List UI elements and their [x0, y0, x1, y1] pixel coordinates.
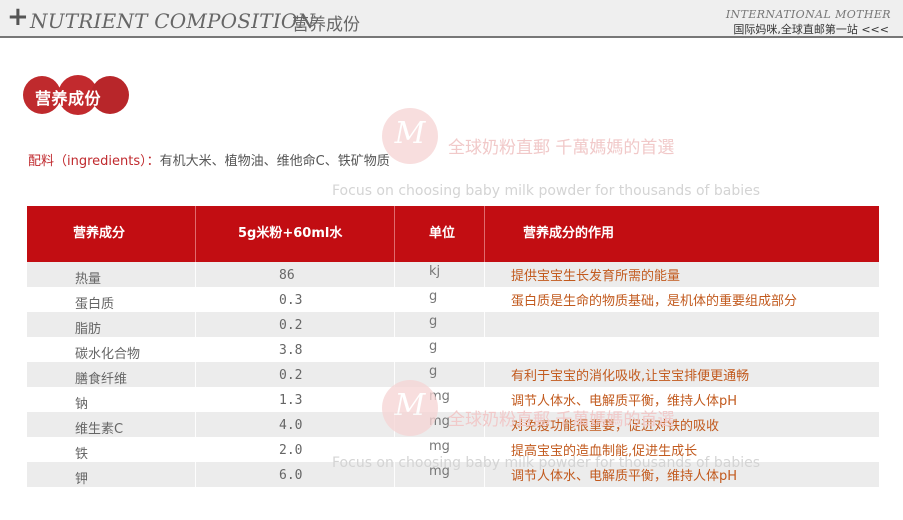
table-row: 蛋白质 0.3 g 蛋白质是生命的物质基础，是机体的重要组成部分 — [27, 287, 879, 312]
table-row: 脂肪 0.2 g — [27, 312, 879, 337]
header-divider — [195, 206, 196, 262]
plus-icon: + — [7, 2, 29, 32]
column-divider — [394, 262, 395, 487]
table-body: 热量 86 kj 提供宝宝生长发育所需的能量 蛋白质 0.3 g 蛋白质是生命的… — [27, 262, 879, 487]
table-row: 钾 6.0 mg 调节人体水、电解质平衡，维持人体pH — [27, 462, 879, 487]
cell-unit: mg — [429, 464, 450, 479]
header-divider — [484, 206, 485, 262]
ingredients-line: 配料（ingredients）：有机大米、植物油、维他命C、铁矿物质 — [28, 150, 390, 169]
section-title-cn: 营养成份 — [292, 15, 360, 35]
table-row: 维生素C 4.0 mg 对免疫功能很重要，促进对铁的吸收 — [27, 412, 879, 437]
section-title-en: NUTRIENT COMPOSITION — [30, 9, 316, 33]
cell-nutrient: 铁 — [75, 447, 89, 462]
cell-effect: 提供宝宝生长发育所需的能量 — [511, 269, 681, 284]
cell-nutrient: 钾 — [75, 472, 89, 487]
header-amount: 5g米粉+60ml水 — [238, 226, 343, 241]
table-row: 铁 2.0 mg 提高宝宝的造血制能,促进生成长 — [27, 437, 879, 462]
header-nutrient: 营养成分 — [73, 226, 126, 241]
cell-nutrient: 碳水化合物 — [75, 347, 141, 362]
cell-unit: g — [429, 314, 438, 329]
brand-name: INTERNATIONAL MOTHER — [725, 8, 891, 21]
header-divider — [394, 206, 395, 262]
watermark-logo-icon: M — [382, 108, 438, 164]
ingredients-label: 配料（ingredients）： — [28, 154, 160, 169]
cell-unit: mg — [429, 414, 450, 429]
cell-amount: 4.0 — [279, 418, 303, 433]
cell-amount: 0.2 — [279, 318, 303, 333]
cell-effect: 有利于宝宝的消化吸收,让宝宝排便更通畅 — [511, 369, 750, 384]
badge-label: 营养成份 — [35, 89, 102, 108]
column-divider — [195, 262, 196, 487]
table-header: 营养成分 5g米粉+60ml水 单位 营养成分的作用 — [27, 206, 879, 262]
cell-amount: 0.2 — [279, 368, 303, 383]
cell-nutrient: 钠 — [75, 397, 89, 412]
cell-amount: 6.0 — [279, 468, 303, 483]
column-divider — [484, 262, 485, 487]
cell-effect: 调节人体水、电解质平衡，维持人体pH — [511, 394, 738, 409]
brand-slogan: 国际妈咪,全球直邮第一站 <<< — [733, 23, 889, 36]
cell-unit: mg — [429, 439, 450, 454]
nutrient-table: 营养成分 5g米粉+60ml水 单位 营养成分的作用 热量 86 kj 提供宝宝… — [27, 206, 879, 487]
cell-amount: 0.3 — [279, 293, 303, 308]
cell-amount: 2.0 — [279, 443, 303, 458]
section-badge: 营养成份 — [23, 75, 129, 115]
cell-unit: kj — [429, 264, 441, 279]
header-unit: 单位 — [429, 226, 456, 241]
cell-unit: mg — [429, 389, 450, 404]
table-row: 钠 1.3 mg 调节人体水、电解质平衡，维持人体pH — [27, 387, 879, 412]
cell-effect: 对免疫功能很重要，促进对铁的吸收 — [511, 419, 720, 434]
cell-unit: g — [429, 289, 438, 304]
ingredients-value: 有机大米、植物油、维他命C、铁矿物质 — [159, 154, 390, 169]
watermark-logo-letter: M — [394, 116, 426, 151]
cell-unit: g — [429, 339, 438, 354]
cell-effect: 蛋白质是生命的物质基础，是机体的重要组成部分 — [511, 294, 798, 309]
watermark-cn-text: 全球奶粉直郵 千萬媽媽的首選 — [448, 138, 675, 158]
cell-nutrient: 热量 — [75, 272, 102, 287]
cell-nutrient: 维生素C — [75, 422, 124, 437]
cell-effect: 调节人体水、电解质平衡，维持人体pH — [511, 469, 738, 484]
cell-nutrient: 脂肪 — [75, 322, 102, 337]
cell-amount: 1.3 — [279, 393, 303, 408]
table-row: 热量 86 kj 提供宝宝生长发育所需的能量 — [27, 262, 879, 287]
cell-nutrient: 蛋白质 — [75, 297, 115, 312]
cell-effect: 提高宝宝的造血制能,促进生成长 — [511, 444, 698, 459]
watermark-en-text: Focus on choosing baby milk powder for t… — [332, 183, 761, 199]
table-row: 碳水化合物 3.8 g — [27, 337, 879, 362]
cell-amount: 86 — [279, 268, 295, 283]
cell-nutrient: 膳食纤维 — [75, 372, 128, 387]
cell-unit: g — [429, 364, 438, 379]
table-row: 膳食纤维 0.2 g 有利于宝宝的消化吸收,让宝宝排便更通畅 — [27, 362, 879, 387]
cell-amount: 3.8 — [279, 343, 303, 358]
header-effect: 营养成分的作用 — [523, 226, 615, 241]
section-header-bar: + NUTRIENT COMPOSITION 营养成份 INTERNATIONA… — [0, 0, 903, 38]
